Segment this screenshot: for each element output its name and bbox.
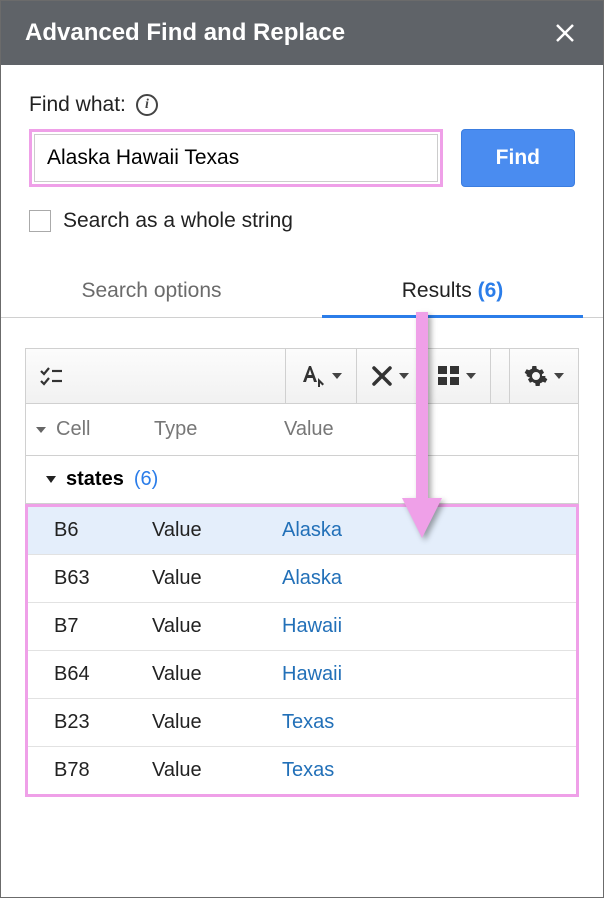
table-row[interactable]: B7 Value Hawaii [28, 603, 576, 651]
whole-string-checkbox[interactable] [29, 210, 51, 232]
cell-value: Texas [282, 759, 560, 782]
gear-icon [524, 364, 548, 388]
group-row[interactable]: states (6) [25, 455, 579, 504]
dialog-body: Find what: i Find Search as a whole stri… [1, 65, 603, 897]
close-icon [554, 22, 576, 44]
cell-type: Value [152, 567, 282, 590]
tab-results[interactable]: Results (6) [302, 267, 603, 317]
cell-ref: B64 [54, 663, 152, 686]
tab-results-label: Results [402, 279, 472, 302]
cell-value: Alaska [282, 519, 560, 542]
tab-results-count: (6) [478, 279, 504, 302]
header-type[interactable]: Type [154, 418, 284, 441]
cell-value: Alaska [282, 567, 560, 590]
select-all-button[interactable] [26, 349, 78, 403]
checklist-icon [40, 366, 64, 386]
delete-button[interactable] [357, 349, 423, 403]
tab-search-options[interactable]: Search options [1, 267, 302, 317]
group-collapse-icon [46, 476, 56, 483]
whole-string-row: Search as a whole string [29, 209, 575, 233]
text-format-icon [300, 364, 326, 388]
cell-ref: B6 [54, 519, 152, 542]
header-value[interactable]: Value [284, 418, 562, 441]
cell-ref: B78 [54, 759, 152, 782]
table-row[interactable]: B64 Value Hawaii [28, 651, 576, 699]
find-label-row: Find what: i [29, 93, 575, 117]
titlebar: Advanced Find and Replace [1, 1, 603, 65]
sort-caret-icon[interactable] [36, 427, 46, 433]
format-button[interactable] [286, 349, 356, 403]
caret-down-icon [554, 373, 564, 379]
cell-ref: B23 [54, 711, 152, 734]
cell-value: Texas [282, 711, 560, 734]
layout-button[interactable] [424, 349, 490, 403]
table-row[interactable]: B23 Value Texas [28, 699, 576, 747]
header-cell[interactable]: Cell [56, 418, 154, 441]
group-count: (6) [134, 468, 158, 491]
group-name: states [66, 468, 124, 491]
tabs: Search options Results (6) [1, 267, 603, 318]
cell-type: Value [152, 663, 282, 686]
find-input[interactable] [34, 134, 438, 182]
tab-search-options-label: Search options [81, 279, 221, 302]
caret-down-icon [332, 373, 342, 379]
find-row: Find [29, 129, 575, 187]
settings-button[interactable] [510, 349, 578, 403]
cell-type: Value [152, 711, 282, 734]
results-toolbar [25, 348, 579, 404]
find-label: Find what: [29, 93, 126, 117]
cell-type: Value [152, 615, 282, 638]
find-button[interactable]: Find [461, 129, 575, 187]
table-row[interactable]: B78 Value Texas [28, 747, 576, 794]
caret-down-icon [466, 373, 476, 379]
whole-string-label: Search as a whole string [63, 209, 293, 233]
find-input-highlight [29, 129, 443, 187]
toolbar-sep [490, 349, 491, 403]
cell-ref: B7 [54, 615, 152, 638]
cell-ref: B63 [54, 567, 152, 590]
cell-type: Value [152, 519, 282, 542]
results-rows-highlight: B6 Value Alaska B63 Value Alaska B7 Valu… [25, 504, 579, 797]
grid-icon [438, 366, 460, 386]
results-area: Cell Type Value states (6) B6 Value Alas… [25, 318, 579, 797]
info-icon[interactable]: i [136, 94, 158, 116]
cell-type: Value [152, 759, 282, 782]
delete-icon [371, 365, 393, 387]
find-replace-window: Advanced Find and Replace Find what: i F… [0, 0, 604, 898]
results-headers: Cell Type Value [25, 404, 579, 455]
window-title: Advanced Find and Replace [25, 19, 345, 47]
table-row[interactable]: B63 Value Alaska [28, 555, 576, 603]
close-button[interactable] [551, 19, 579, 47]
table-row[interactable]: B6 Value Alaska [28, 507, 576, 555]
caret-down-icon [399, 373, 409, 379]
cell-value: Hawaii [282, 663, 560, 686]
cell-value: Hawaii [282, 615, 560, 638]
